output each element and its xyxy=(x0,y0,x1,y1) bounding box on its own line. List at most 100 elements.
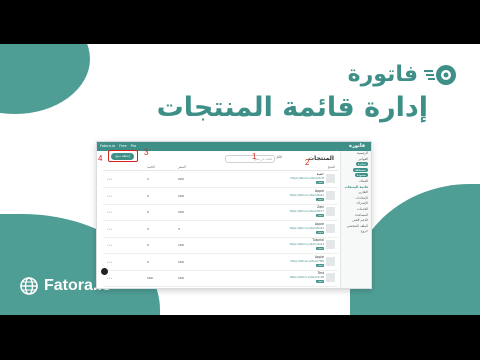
product-qty: 3 xyxy=(147,226,149,231)
product-link[interactable]: https://fatora.io/item/2e44 xyxy=(290,243,324,246)
row-menu-icon[interactable]: ••• xyxy=(107,260,112,264)
product-qty: 2 xyxy=(147,259,149,264)
sidebar-item-label: الإعدادات xyxy=(355,195,368,200)
sidebar-item-label: الملف الشخصي xyxy=(346,223,368,228)
app-logo: فاتورة xyxy=(349,143,365,149)
product-qty: 2 xyxy=(147,193,149,198)
product-thumbnail xyxy=(326,256,335,266)
product-name[interactable]: Apple xyxy=(315,255,324,259)
column-header-qty: الكمية xyxy=(147,165,155,169)
table-row[interactable]: Apple https://fatora.io/item/7f90 متوفر 100… xyxy=(103,254,338,271)
row-menu-icon[interactable]: ••• xyxy=(107,243,112,247)
sidebar: الرئيسية الفواتير صادرة مستحقة مسودة العملاء ق… xyxy=(340,151,371,288)
table-row[interactable]: Test https://fatora.io/item/1c08 متوفر 100 1… xyxy=(103,270,338,287)
sidebar-item-label: مستحقة xyxy=(353,167,368,172)
status-badge: متوفر xyxy=(316,280,324,283)
slide: فاتورة إدارة قائمة المنتجات Fatora.io Fa… xyxy=(0,44,480,315)
product-qty: 2 xyxy=(147,243,149,247)
sidebar-item-label: الإشتراك xyxy=(356,201,368,206)
table-row[interactable]: Zaki https://fatora.io/item/5b77 متوفر 200 5… xyxy=(103,204,338,221)
product-name[interactable]: Apple xyxy=(315,189,324,193)
column-header-price: السعر xyxy=(178,165,186,169)
product-name[interactable]: حقيبة xyxy=(317,172,324,176)
status-badge: متوفر xyxy=(316,214,324,217)
product-price: 3 xyxy=(178,226,180,231)
product-price: 100 xyxy=(178,259,184,264)
product-name[interactable]: Tutorial xyxy=(312,238,324,242)
row-menu-icon[interactable]: ••• xyxy=(107,227,112,231)
sidebar-item-label: قائمة المنتجات xyxy=(344,184,368,189)
table-row[interactable]: Apple https://fatora.io/item/9d12 متوفر 3 3 •… xyxy=(103,221,338,238)
status-badge: متوفر xyxy=(316,230,324,234)
product-thumbnail xyxy=(326,223,335,233)
product-name[interactable]: Test xyxy=(318,271,324,275)
product-thumbnail xyxy=(326,174,335,183)
sidebar-item-label: التقارير xyxy=(358,190,368,195)
search-input[interactable]: ابحث عن منتج xyxy=(225,155,275,163)
product-name[interactable]: Apple xyxy=(315,222,324,226)
product-link[interactable]: https://fatora.io/item/4c3f xyxy=(291,177,324,180)
column-header-product: المنتج xyxy=(327,165,335,169)
topbar-item[interactable]: Fatora.io xyxy=(100,144,115,148)
decor-blob-top-left xyxy=(0,44,90,114)
product-link[interactable]: https://fatora.io/item/5b77 xyxy=(290,210,324,213)
product-thumbnail xyxy=(326,273,335,282)
annotation-3: 3 xyxy=(144,148,149,157)
product-qty: 1 xyxy=(147,177,149,181)
topbar-item[interactable]: Free xyxy=(119,144,126,148)
topbar-item[interactable]: Pro xyxy=(131,144,137,148)
product-price: 200 xyxy=(178,177,184,181)
brand: فاتورة xyxy=(348,62,458,87)
annotation-1: 1 xyxy=(252,152,257,161)
product-qty: 5 xyxy=(147,210,149,214)
product-link[interactable]: https://fatora.io/item/9d12 xyxy=(290,227,324,230)
sidebar-item-label: المساعدة xyxy=(355,212,368,217)
topbar-left: Fatora.io Free Pro xyxy=(100,144,136,148)
row-menu-icon[interactable]: ••• xyxy=(107,194,112,198)
annotation-2: 2 xyxy=(305,158,310,167)
annotation-ring-add xyxy=(108,150,138,162)
table-row[interactable]: Tutorial https://fatora.io/item/2e44 متوفر… xyxy=(103,237,338,254)
table-row[interactable]: Apple https://fatora.io/item/8a21 متوفر 100… xyxy=(103,188,338,205)
table-row[interactable]: حقيبة https://fatora.io/item/4c3f متوفر 200… xyxy=(103,171,338,188)
filter-select[interactable]: الكل xyxy=(276,155,282,159)
row-menu-icon[interactable]: ••• xyxy=(107,276,112,280)
product-link[interactable]: https://fatora.io/item/1c08 xyxy=(290,276,324,279)
sidebar-item-label: الخدمات xyxy=(356,206,368,211)
globe-icon xyxy=(20,277,38,295)
product-link[interactable]: https://fatora.io/item/8a21 xyxy=(290,194,324,197)
app-topbar: Fatora.io Free Pro فاتورة xyxy=(97,142,371,151)
product-price: 200 xyxy=(178,210,184,214)
main-content: المنتجات الكل ابحث عن منتج إضافة منتج ال… xyxy=(97,151,340,288)
product-link[interactable]: https://fatora.io/item/7f90 xyxy=(290,260,324,263)
sidebar-item-label: الرئيسية xyxy=(357,151,368,155)
page-headline: إدارة قائمة المنتجات xyxy=(156,92,428,123)
row-menu-icon[interactable]: ••• xyxy=(107,210,112,214)
sidebar-item-label: الدعم الفني xyxy=(352,218,368,223)
fatora-logo-icon xyxy=(424,64,458,86)
app-window: Fatora.io Free Pro فاتورة الرئيسية الفوات… xyxy=(96,141,372,289)
status-badge: متوفر xyxy=(316,197,324,201)
status-badge: متوفر xyxy=(316,247,324,250)
status-badge: متوفر xyxy=(316,263,324,267)
product-qty: 100 xyxy=(147,276,153,280)
status-badge: متوفر xyxy=(316,181,324,184)
product-price: 100 xyxy=(178,276,184,280)
chat-widget-icon[interactable] xyxy=(101,268,108,275)
page-title: المنتجات xyxy=(308,155,334,162)
sidebar-item-label: مسودة xyxy=(354,173,368,178)
sidebar-item-label: صادرة xyxy=(355,162,368,167)
product-thumbnail xyxy=(326,207,335,216)
product-price: 100 xyxy=(178,193,184,198)
brand-name: فاتورة xyxy=(347,62,418,87)
row-menu-icon[interactable]: ••• xyxy=(107,177,112,181)
product-price: 100 xyxy=(178,243,184,247)
annotation-4: 4 xyxy=(98,154,103,163)
sidebar-item-label: الفواتير xyxy=(358,156,368,161)
sidebar-item[interactable]: خروج xyxy=(341,229,371,235)
product-name[interactable]: Zaki xyxy=(317,205,324,209)
product-thumbnail xyxy=(326,190,335,200)
product-thumbnail xyxy=(326,240,335,249)
sidebar-item-label: خروج xyxy=(360,229,368,234)
sidebar-item-label: العملاء xyxy=(359,178,368,183)
